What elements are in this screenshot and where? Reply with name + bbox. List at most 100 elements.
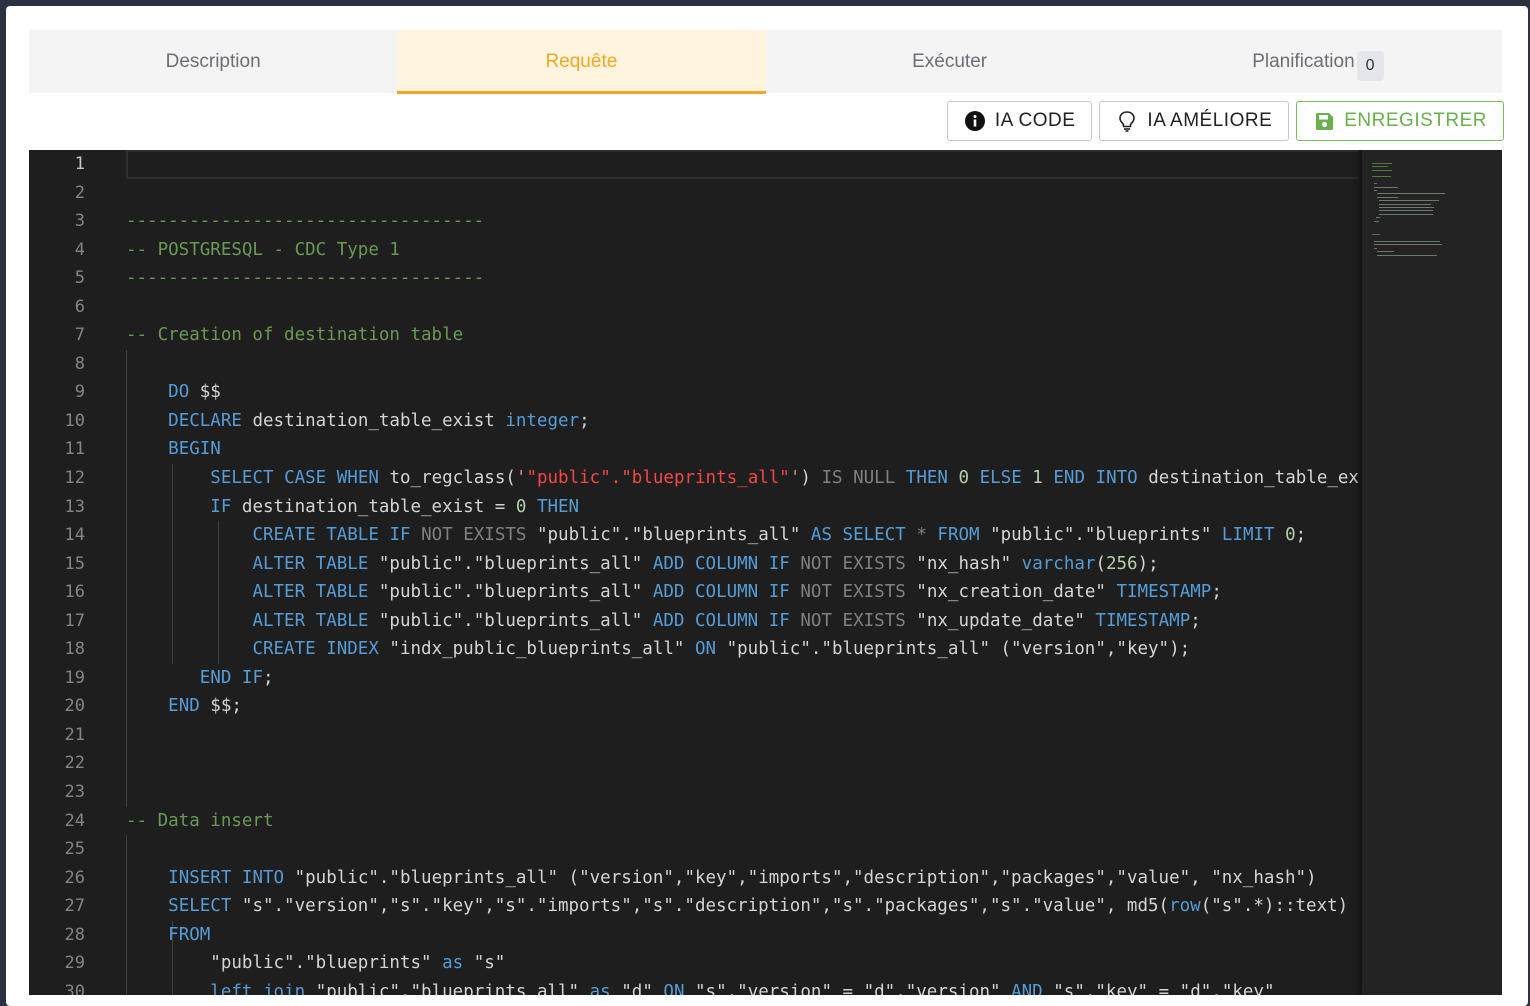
- code-token: EXISTS: [842, 610, 906, 631]
- tab-requete[interactable]: Requête: [397, 30, 766, 94]
- code-token: "public"."blueprints": [126, 953, 443, 974]
- minimap-line: [1372, 234, 1381, 236]
- minimap-line: [1376, 251, 1394, 253]
- code-token: ': [789, 468, 801, 489]
- code-token: SELECT: [842, 525, 906, 546]
- code-token: "public"."blueprints_all" ("version","ke…: [716, 639, 1191, 660]
- ia-code-label: IA CODE: [994, 110, 1076, 131]
- tab-planification[interactable]: Planification 0: [1134, 30, 1502, 93]
- code-token: THEN: [905, 468, 948, 489]
- code-token: IF: [389, 525, 411, 546]
- code-token: COLUMN: [695, 553, 759, 574]
- code-token: "public"."blueprints_all": [526, 525, 811, 546]
- code-token: -- POSTGRESQL - CDC Type 1: [126, 239, 400, 260]
- code-line: "public"."blueprints" as "s": [126, 949, 1359, 978]
- code-token: ;: [263, 667, 274, 688]
- minimap-line: [1374, 190, 1378, 191]
- code-token: left: [210, 981, 253, 995]
- line-number: 3: [74, 211, 85, 232]
- code-token: TIMESTAMP: [1095, 610, 1191, 631]
- code-token: );: [1137, 553, 1159, 574]
- code-token: INTO: [241, 867, 285, 888]
- ia-ameliore-button[interactable]: IA AMÉLIORE: [1099, 101, 1290, 141]
- code-token: *: [916, 525, 927, 546]
- code-line: ALTER TABLE "public"."blueprints_all" AD…: [126, 607, 1359, 636]
- code-token: NOT: [800, 610, 832, 631]
- ia-code-button[interactable]: IA CODE: [946, 101, 1093, 141]
- code-token: INSERT: [168, 867, 232, 888]
- code-token: "public"."blueprints_all": [368, 553, 653, 574]
- save-button[interactable]: ENREGISTRER: [1296, 101, 1504, 141]
- code-line: BEGIN: [126, 435, 1359, 464]
- code-token: varchar: [1021, 553, 1096, 574]
- code-line: IF destination_table_exist = 0 THEN: [126, 493, 1359, 522]
- line-number: 1: [74, 154, 85, 174]
- code-editor[interactable]: 1 2 3 4 5 6 7 8 9 10 11 12 13 14 15 16 17 18 19 20 21 22 23 24 2…: [29, 150, 1502, 995]
- line-number: 7: [74, 325, 85, 346]
- code-line: SELECT "s"."version","s"."key","s"."impo…: [126, 892, 1359, 921]
- minimap-line: [1379, 203, 1431, 205]
- code-line: SELECT CASE WHEN to_regclass('"public"."…: [126, 464, 1359, 493]
- code-token: ON: [663, 981, 685, 995]
- code-token: TABLE: [315, 582, 369, 603]
- code-token: 256: [1105, 553, 1138, 574]
- code-line: END $$;: [126, 692, 1359, 721]
- minimap-line: [1374, 186, 1399, 188]
- code-token: $$;: [199, 696, 242, 717]
- tab-executer[interactable]: Exécuter: [766, 30, 1134, 93]
- tab-description[interactable]: Description: [29, 30, 397, 93]
- code-token: destination_table_exist =: [231, 496, 516, 517]
- code-area[interactable]: ---------------------------------- -- POS…: [126, 150, 1359, 995]
- code-minimap[interactable]: [1362, 150, 1502, 995]
- code-token: AND: [1011, 981, 1043, 995]
- code-token: END: [168, 696, 200, 717]
- code-token: TABLE: [315, 553, 369, 574]
- line-number: 13: [64, 496, 85, 517]
- code-token: ----------------------------------: [126, 268, 485, 289]
- code-line: FROM: [126, 921, 1359, 950]
- code-token: ADD: [652, 610, 685, 631]
- line-number: 17: [64, 610, 85, 631]
- tab-bar: Description Requête Exécuter Planificati…: [29, 30, 1502, 94]
- code-token: ELSE: [979, 468, 1022, 489]
- minimap-line: [1372, 169, 1393, 171]
- code-token: "nx_hash": [905, 553, 1022, 574]
- line-number: 25: [64, 839, 85, 860]
- code-line: DO $$: [126, 378, 1359, 407]
- line-number: 18: [64, 639, 85, 660]
- line-number: 12: [64, 468, 85, 489]
- code-line: CREATE TABLE IF NOT EXISTS "public"."blu…: [126, 521, 1359, 550]
- ia-ameliore-label: IA AMÉLIORE: [1147, 110, 1273, 131]
- code-token: INTO: [1095, 468, 1138, 489]
- line-number: 20: [64, 696, 85, 717]
- lightbulb-icon: [1116, 110, 1138, 132]
- code-token: CREATE: [252, 525, 316, 546]
- code-token: NOT: [800, 582, 832, 603]
- code-token: ;: [579, 410, 590, 431]
- code-token: "s"."key" = "d"."key": [1042, 981, 1275, 995]
- minimap-line: [1374, 244, 1442, 246]
- code-token: destination_table_exist;: [1148, 468, 1359, 489]
- code-token: ;: [1190, 610, 1201, 631]
